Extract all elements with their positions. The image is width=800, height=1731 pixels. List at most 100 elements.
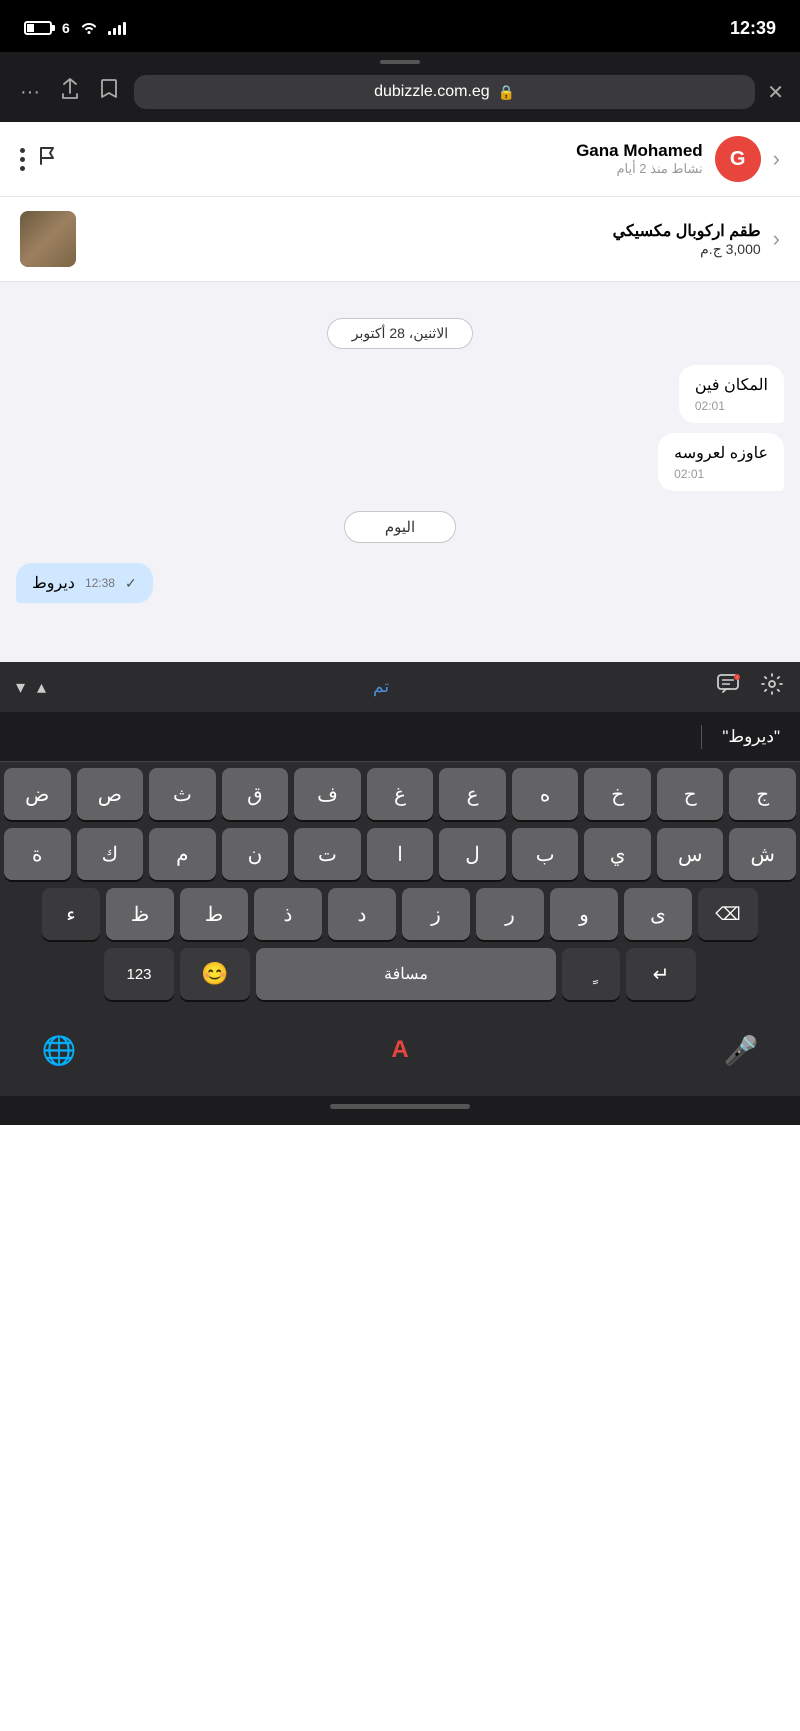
browser-bar: ··· dubizzle.com.eg 🔒 ✕ [0, 52, 800, 122]
key-zay[interactable]: ز [402, 888, 470, 940]
message-time: 02:01 [695, 399, 768, 413]
battery-icon [24, 21, 52, 35]
keyboard[interactable]: ض ص ث ق ف غ ع ه خ ح ج ة ك م ن ت ا ل ب ي … [0, 762, 800, 1012]
key-waw[interactable]: و [550, 888, 618, 940]
key-kha[interactable]: خ [584, 768, 651, 820]
key-tha[interactable]: ث [149, 768, 216, 820]
key-dha[interactable]: ظ [106, 888, 174, 940]
emoji-key[interactable]: 😊 [180, 948, 250, 1000]
key-meem[interactable]: م [149, 828, 216, 880]
key-taa[interactable]: ت [294, 828, 361, 880]
key-sheen[interactable]: ش [729, 828, 796, 880]
message-row-2: عاوزه لعروسه 02:01 [16, 433, 784, 491]
status-left: 6 [24, 20, 126, 37]
close-tab-button[interactable]: ✕ [767, 80, 784, 105]
message-bubble: المكان فين 02:01 [679, 365, 784, 423]
key-ain[interactable]: ع [439, 768, 506, 820]
key-alef[interactable]: ا [367, 828, 434, 880]
bottom-bar: 🌐 A 🎤 [0, 1012, 800, 1096]
listing-chevron-icon[interactable]: ‹ [773, 226, 780, 252]
keyboard-row-1: ض ص ث ق ف غ ع ه خ ح ج [4, 768, 796, 820]
home-indicator [330, 1104, 470, 1109]
url-bar[interactable]: dubizzle.com.eg 🔒 [134, 75, 755, 109]
bookmark-button[interactable] [96, 74, 122, 110]
autocomplete-divider [701, 725, 702, 749]
signal-icon [108, 21, 126, 35]
message-text: المكان فين [695, 375, 768, 395]
key-ha[interactable]: ه [512, 768, 579, 820]
battery-level: 6 [62, 20, 70, 36]
svg-text:!: ! [736, 675, 737, 680]
key-dal[interactable]: د [328, 888, 396, 940]
toolbar-arrows: ▾ ▴ [16, 677, 46, 698]
settings-icon-button[interactable] [760, 672, 784, 702]
key-fa[interactable]: ف [294, 768, 361, 820]
user-info: Gana Mohamed نشاط منذ 2 أيام [71, 141, 703, 177]
toolbar-right: ! [716, 672, 784, 702]
key-hamza[interactable]: ء [42, 888, 100, 940]
home-indicator-row [0, 1096, 800, 1125]
key-sad[interactable]: ص [77, 768, 144, 820]
diacritic-key[interactable]: ٍ [562, 948, 620, 1000]
key-qaf[interactable]: ق [222, 768, 289, 820]
return-key[interactable]: ↵ [626, 948, 696, 1000]
key-alef-maqsura[interactable]: ى [624, 888, 692, 940]
lock-icon: 🔒 [498, 84, 515, 101]
keyboard-row-4: 123 😊 مسافة ٍ ↵ [4, 948, 796, 1000]
message-text-2: عاوزه لعروسه [674, 443, 768, 463]
mic-key[interactable]: 🎤 [706, 1024, 776, 1076]
key-kaf[interactable]: ك [77, 828, 144, 880]
key-thal[interactable]: ذ [254, 888, 322, 940]
listing-info: طقم اركوبال مكسيكي 3,000 ج.م [88, 221, 761, 258]
listing-preview[interactable]: ‹ طقم اركوبال مكسيكي 3,000 ج.م [0, 197, 800, 282]
listing-price: 3,000 ج.م [88, 241, 761, 258]
status-bar: 6 12:39 [0, 0, 800, 52]
key-ghain[interactable]: غ [367, 768, 434, 820]
done-button[interactable]: تم [373, 677, 389, 697]
arrow-down-button[interactable]: ▾ [16, 677, 25, 698]
key-ra[interactable]: ر [476, 888, 544, 940]
globe-key[interactable]: 🌐 [24, 1024, 94, 1076]
key-tah[interactable]: ط [180, 888, 248, 940]
profile-chevron-icon[interactable]: › [773, 146, 780, 172]
sent-text: ديروط [32, 573, 75, 593]
activity-status: نشاط منذ 2 أيام [71, 161, 703, 177]
sent-message-row: ✓ 12:38 ديروط [16, 563, 784, 603]
flag-button[interactable] [37, 145, 59, 173]
share-button[interactable] [56, 74, 84, 110]
browser-controls: ··· dubizzle.com.eg 🔒 ✕ [16, 74, 784, 110]
today-label: اليوم [344, 511, 456, 543]
more-menu-button[interactable] [20, 148, 25, 171]
message-bubble-2: عاوزه لعروسه 02:01 [658, 433, 784, 491]
more-options-button[interactable]: ··· [16, 77, 44, 108]
comment-icon-button[interactable]: ! [716, 673, 740, 701]
key-ya[interactable]: ي [584, 828, 651, 880]
status-time: 12:39 [730, 18, 776, 39]
key-lam[interactable]: ل [439, 828, 506, 880]
key-nun[interactable]: ن [222, 828, 289, 880]
message-list: المكان فين 02:01 عاوزه لعروسه 02:01 [16, 365, 784, 491]
key-dad[interactable]: ض [4, 768, 71, 820]
space-key[interactable]: مسافة [256, 948, 556, 1000]
keyboard-toolbar: ▾ ▴ تم ! [0, 662, 800, 712]
today-badge: اليوم [16, 511, 784, 543]
key-taa-marb[interactable]: ة [4, 828, 71, 880]
chat-area: الاثنين، 28 أكتوبر المكان فين 02:01 عاوز… [0, 282, 800, 662]
font-a-button[interactable]: A [391, 1036, 408, 1064]
key-jeem[interactable]: ج [729, 768, 796, 820]
date-badge-label: الاثنين، 28 أكتوبر [327, 318, 473, 349]
autocomplete-suggestion[interactable]: "ديروط" [722, 727, 780, 747]
key-seen[interactable]: س [657, 828, 724, 880]
browser-handle [380, 60, 420, 64]
autocomplete-bar: "ديروط" [0, 712, 800, 762]
key-123[interactable]: 123 [104, 948, 174, 1000]
wifi-icon [80, 20, 98, 37]
key-haa[interactable]: ح [657, 768, 724, 820]
delete-key[interactable]: ⌫ [698, 888, 758, 940]
check-icon: ✓ [125, 575, 137, 592]
arrow-up-button[interactable]: ▴ [37, 677, 46, 698]
listing-title: طقم اركوبال مكسيكي [88, 221, 761, 241]
sent-message-bubble: ✓ 12:38 ديروط [16, 563, 153, 603]
key-ba[interactable]: ب [512, 828, 579, 880]
avatar[interactable]: G [715, 136, 761, 182]
